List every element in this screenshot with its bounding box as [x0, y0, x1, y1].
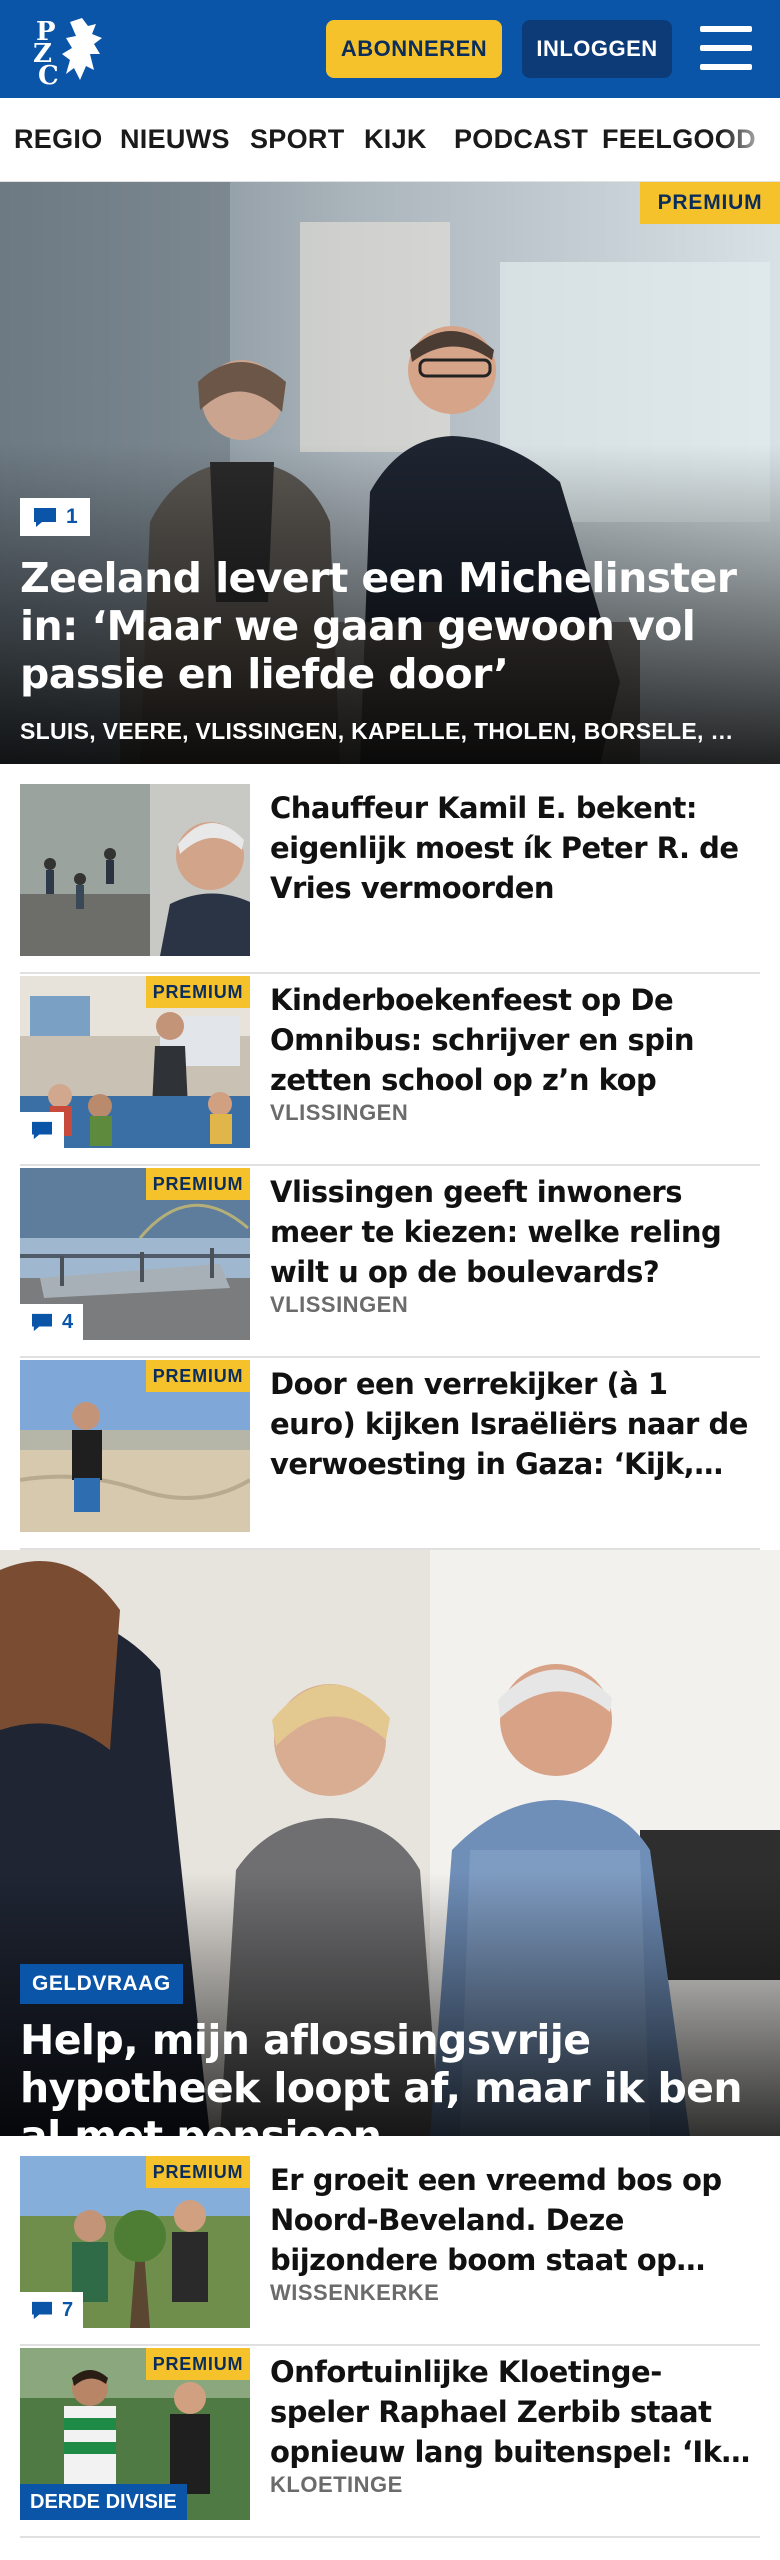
comment-icon [30, 1120, 54, 1140]
article-location: WISSENKERKE [270, 2280, 440, 2305]
feature-headline[interactable]: Help, mijn aflossingsvrije hypotheek loo… [20, 2016, 760, 2136]
comment-count: 4 [62, 1310, 74, 1333]
comment-count-badge[interactable]: 4 [20, 1304, 84, 1340]
article-title[interactable]: Er groeit een vreemd bos op Noord-Bevela… [270, 2160, 760, 2280]
feature-category-tag[interactable]: GELDVRAAG [20, 1964, 183, 2004]
feature-article[interactable]: GELDVRAAG Help, mijn aflossingsvrije hyp… [0, 1550, 780, 2136]
article-card[interactable]: Chauffeur Kamil E. bekent: eigenlijk moe… [20, 784, 760, 974]
premium-badge: PREMIUM [640, 182, 780, 224]
article-title[interactable]: Kinderboekenfeest op De Omnibus: schrijv… [270, 980, 760, 1100]
section-nav: REGIO NIEUWS SPORT KIJK PODCAST FEELGOOD [0, 98, 780, 182]
comment-count-badge[interactable] [20, 1112, 64, 1148]
article-card[interactable]: PREMIUM 7 Er groeit een vreemd bos op No… [20, 2156, 760, 2346]
hamburger-icon[interactable] [700, 26, 752, 70]
article-card[interactable]: PREMIUM DERDE DIVISIE Onfortuinlijke Klo… [20, 2348, 760, 2538]
article-thumbnail: PREMIUM 7 [20, 2156, 250, 2328]
comment-count: 7 [62, 2298, 74, 2321]
pzc-logo[interactable]: P Z C [30, 14, 112, 91]
nav-item-podcast[interactable]: PODCAST [454, 124, 588, 155]
article-location: VLISSINGEN [270, 1100, 409, 1125]
svg-text:C: C [38, 61, 59, 86]
premium-badge: PREMIUM [146, 976, 250, 1008]
article-thumbnail: PREMIUM DERDE DIVISIE [20, 2348, 250, 2520]
article-title[interactable]: Door een verrekijker (à 1 euro) kijken I… [270, 1364, 760, 1484]
subscribe-button[interactable]: ABONNEREN [326, 20, 502, 78]
article-location: VLISSINGEN [270, 1292, 409, 1317]
premium-badge: PREMIUM [146, 1168, 250, 1200]
nav-scroll-fade [720, 98, 780, 181]
top-bar: P Z C ABONNEREN INLOGGEN [0, 0, 780, 98]
login-button[interactable]: INLOGGEN [522, 20, 672, 78]
hero-headline[interactable]: Zeeland levert een Michelinster in: ‘Maa… [20, 554, 760, 698]
comment-count: 1 [66, 505, 78, 528]
nav-item-kijk[interactable]: KIJK [364, 124, 427, 155]
comment-icon [30, 1312, 54, 1332]
nav-item-regio[interactable]: REGIO [14, 124, 103, 155]
article-thumbnail [20, 784, 250, 956]
article-card[interactable]: PREMIUM Kinderboekenfeest op De Omnibus:… [20, 976, 760, 1166]
article-title[interactable]: Vlissingen geeft inwoners meer te kiezen… [270, 1172, 760, 1292]
article-title[interactable]: Chauffeur Kamil E. bekent: eigenlijk moe… [270, 788, 760, 908]
article-location: KLOETINGE [270, 2472, 403, 2497]
nav-item-nieuws[interactable]: NIEUWS [120, 124, 230, 155]
comment-count-badge[interactable]: 1 [20, 498, 90, 536]
nav-item-sport[interactable]: SPORT [250, 124, 345, 155]
article-thumbnail: PREMIUM [20, 976, 250, 1148]
hero-locations: SLUIS, VEERE, VLISSINGEN, KAPELLE, THOLE… [20, 718, 734, 744]
comment-icon [32, 506, 58, 528]
article-thumbnail: PREMIUM 4 [20, 1168, 250, 1340]
premium-badge: PREMIUM [146, 2348, 250, 2380]
comment-count-badge[interactable]: 7 [20, 2292, 84, 2328]
division-tag[interactable]: DERDE DIVISIE [20, 2484, 187, 2520]
comment-icon [30, 2300, 54, 2320]
article-title[interactable]: Onfortuinlijke Kloetinge-speler Raphael … [270, 2352, 760, 2472]
article-thumbnail: PREMIUM [20, 1360, 250, 1532]
premium-badge: PREMIUM [146, 2156, 250, 2188]
article-card[interactable]: PREMIUM 4 Vlissingen geeft inwoners meer… [20, 1168, 760, 1358]
premium-badge: PREMIUM [146, 1360, 250, 1392]
article-card[interactable]: PREMIUM Door een verrekijker (à 1 euro) … [20, 1360, 760, 1550]
hero-article[interactable]: PREMIUM 1 Zeeland levert een Michelinste… [0, 182, 780, 764]
